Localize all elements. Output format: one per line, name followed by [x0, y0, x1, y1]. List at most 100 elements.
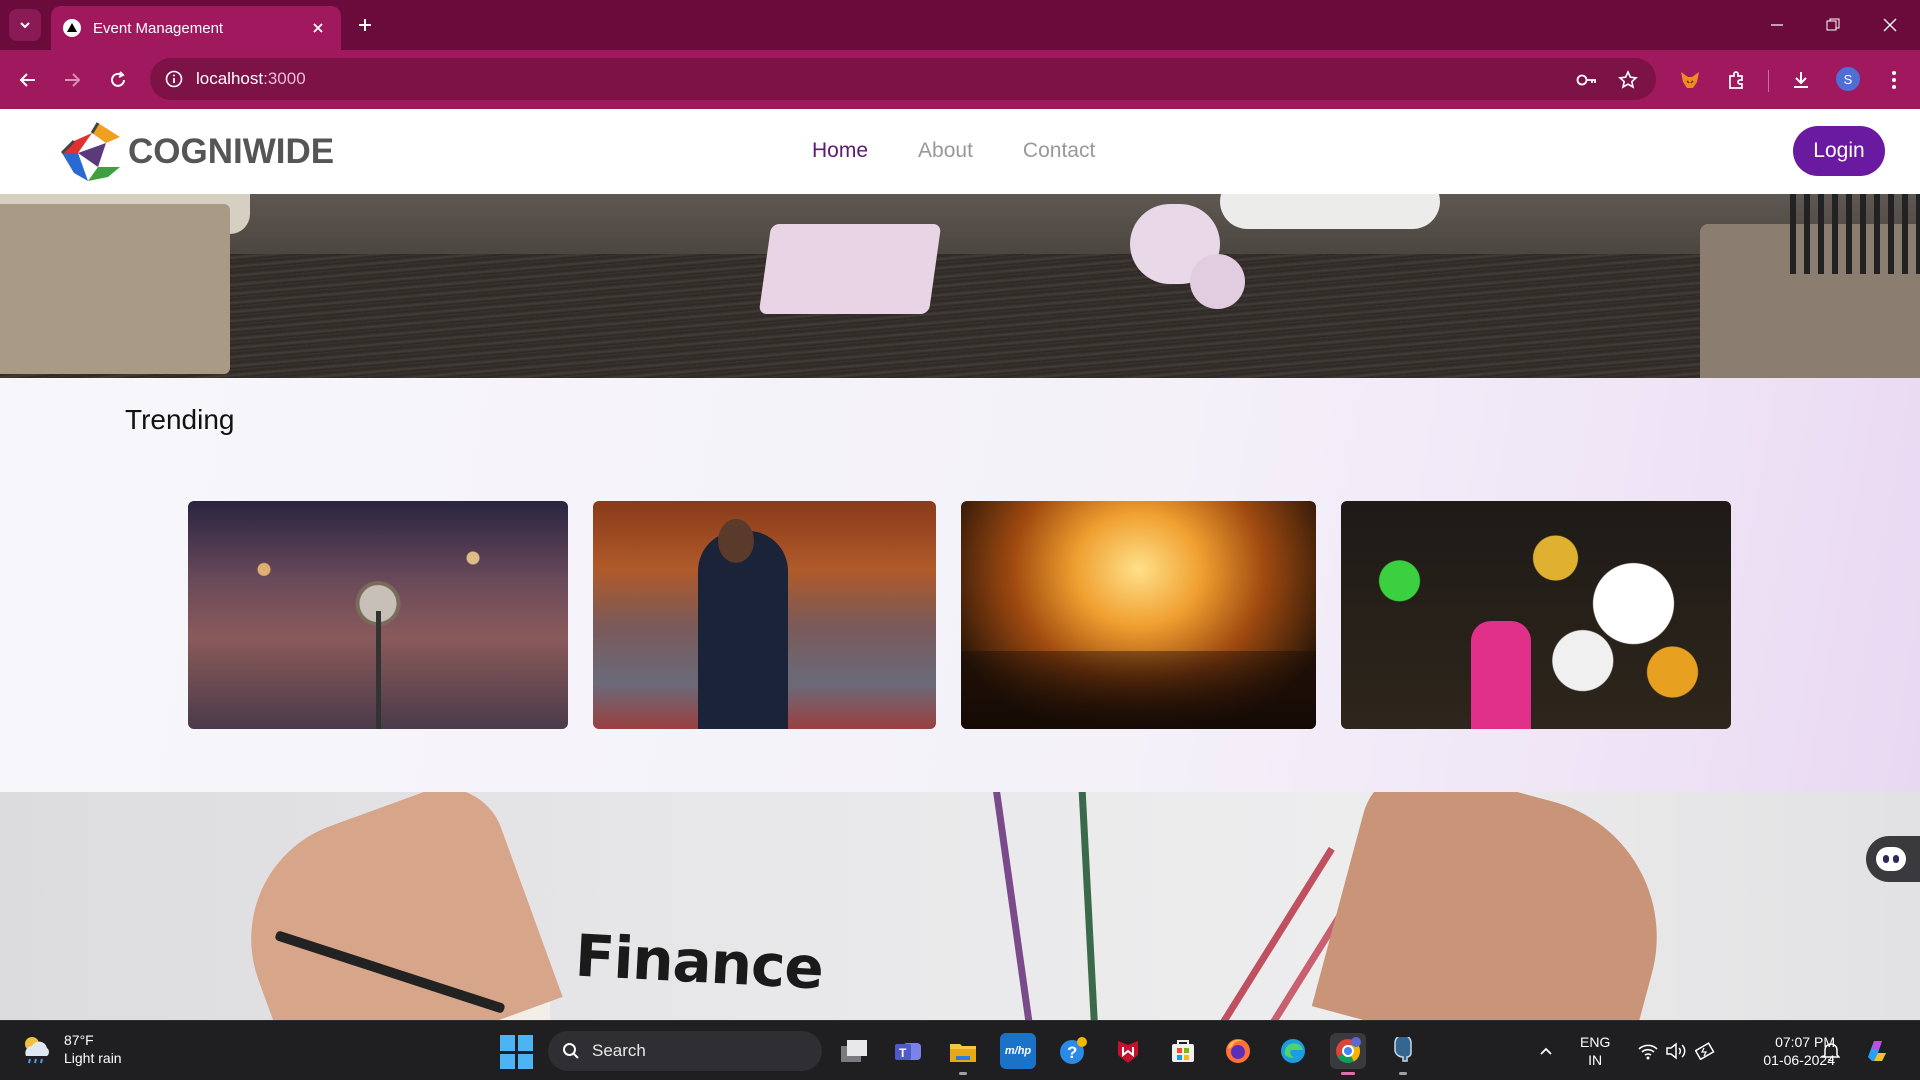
weather-text: 87°F Light rain: [64, 1031, 122, 1067]
login-button[interactable]: Login: [1793, 126, 1885, 176]
nav-contact-link[interactable]: Contact: [1023, 139, 1095, 163]
finance-word: Finance: [573, 921, 825, 1003]
arrow-left-icon: [19, 73, 35, 87]
tab-search-button[interactable]: [9, 9, 41, 41]
tab-title: Event Management: [93, 19, 224, 37]
left-hand: [217, 792, 563, 1020]
wood-desk-surface: [0, 254, 1920, 378]
browser-toolbar: localhost:3000 S: [0, 50, 1920, 109]
trending-section: Trending: [0, 378, 1920, 792]
windows-logo-tile: [518, 1035, 533, 1051]
minimize-window-button[interactable]: [1764, 12, 1790, 38]
cogniwide-logo[interactable]: COGNIWIDE: [58, 119, 334, 185]
chatbot-widget-button[interactable]: [1866, 836, 1920, 882]
language-indicator[interactable]: ENG IN: [1580, 1033, 1610, 1069]
extensions-puzzle-icon[interactable]: [1720, 64, 1752, 96]
chevron-up-icon[interactable]: [1535, 1033, 1557, 1069]
concert-crowd: [961, 651, 1316, 729]
download-icon[interactable]: [1785, 64, 1817, 96]
task-view-icon[interactable]: [836, 1033, 872, 1069]
cogniwide-logo-mark-icon: [60, 122, 120, 181]
trending-card-party[interactable]: [1341, 501, 1731, 729]
notification-bell-icon[interactable]: [1818, 1033, 1844, 1069]
windows-start-button[interactable]: [500, 1035, 534, 1069]
reload-icon: [111, 71, 125, 87]
lang-line1: ENG: [1580, 1034, 1611, 1050]
browser-tabbar: Event Management: [0, 0, 1920, 50]
forward-button[interactable]: [56, 64, 88, 96]
running-indicator: [959, 1072, 967, 1075]
robot-face-icon: [1876, 847, 1906, 871]
wifi-icon[interactable]: [1635, 1033, 1661, 1069]
copilot-icon[interactable]: [1860, 1033, 1896, 1069]
password-key-icon[interactable]: [1574, 67, 1600, 93]
site-info-icon[interactable]: [162, 67, 186, 91]
edge-icon[interactable]: [1275, 1033, 1311, 1069]
book-stack: [0, 204, 230, 374]
pencil: [1078, 792, 1099, 1020]
battery-icon[interactable]: [1693, 1033, 1719, 1069]
toolbar-divider: [1768, 70, 1769, 92]
mcafee-icon[interactable]: [1110, 1033, 1146, 1069]
binder-clip: [758, 224, 942, 314]
microphone-stand: [376, 611, 381, 729]
main-nav: Home About Contact: [812, 139, 1145, 163]
chevron-down-icon: [20, 22, 30, 29]
right-hand: [1311, 792, 1689, 1020]
plus-icon: [359, 19, 371, 31]
active-indicator: [1341, 1072, 1355, 1075]
chrome-icon[interactable]: [1330, 1033, 1366, 1075]
lang-line2: IN: [1588, 1052, 1603, 1068]
weather-widget[interactable]: 87°F Light rain: [20, 1031, 122, 1067]
search-icon: [563, 1043, 579, 1059]
url-host: localhost: [196, 69, 264, 88]
chalk-stick: [1220, 194, 1440, 229]
section-title: Trending: [125, 404, 235, 435]
nav-home-link[interactable]: Home: [812, 139, 868, 163]
restore-icon: [1826, 18, 1840, 31]
browser-tab-event-management[interactable]: Event Management: [51, 6, 341, 50]
volume-icon[interactable]: [1663, 1033, 1689, 1069]
trending-card-concert[interactable]: [961, 501, 1316, 729]
metamask-extension-icon[interactable]: [1674, 64, 1706, 96]
myhp-icon[interactable]: m/hp: [1000, 1033, 1036, 1069]
help-icon[interactable]: ?: [1055, 1033, 1091, 1069]
bookmark-star-icon[interactable]: [1615, 67, 1641, 93]
notepad-spiral: [1790, 194, 1920, 274]
minimize-icon: [1771, 24, 1783, 26]
address-bar[interactable]: localhost:3000: [150, 58, 1656, 100]
windows-logo-tile: [518, 1053, 533, 1069]
more-menu-icon[interactable]: [1878, 64, 1910, 96]
myhp-logo: m/hp: [1004, 1045, 1032, 1057]
trending-card-microphone[interactable]: [188, 501, 568, 729]
arrow-right-icon: [65, 73, 81, 87]
close-window-button[interactable]: [1877, 12, 1903, 38]
weather-desc: Light rain: [64, 1050, 122, 1066]
site-header: COGNIWIDE Home About Contact Login: [0, 109, 1920, 194]
firefox-icon[interactable]: [1220, 1033, 1256, 1069]
back-button[interactable]: [12, 64, 44, 96]
search-label: Search: [592, 1041, 646, 1060]
reload-button[interactable]: [102, 64, 134, 96]
profile-avatar[interactable]: S: [1836, 67, 1860, 91]
triangle-favicon-icon: [63, 19, 81, 37]
logo-text: COGNIWIDE: [128, 132, 335, 171]
push-pin-head: [1190, 254, 1245, 309]
url-text: localhost:3000: [196, 69, 306, 89]
hero-banner-image: [0, 194, 1920, 378]
close-tab-icon[interactable]: [307, 17, 329, 39]
trending-card-conference[interactable]: [593, 501, 936, 729]
windows-logo-tile: [500, 1035, 515, 1051]
taskbar-search[interactable]: Search: [548, 1031, 822, 1071]
windows-taskbar: 87°F Light rain Search T m/hp ? ENG IN 0…: [0, 1020, 1920, 1080]
teams-icon[interactable]: T: [890, 1033, 926, 1069]
svg-text:T: T: [899, 1046, 907, 1060]
microsoft-store-icon[interactable]: [1165, 1033, 1201, 1069]
restore-window-button[interactable]: [1820, 12, 1846, 38]
file-explorer-icon[interactable]: [945, 1033, 981, 1075]
speaker-head: [718, 519, 754, 563]
nav-about-link[interactable]: About: [918, 139, 973, 163]
postgresql-icon[interactable]: [1385, 1033, 1421, 1075]
close-icon: [1883, 18, 1897, 32]
new-tab-button[interactable]: [352, 12, 378, 38]
